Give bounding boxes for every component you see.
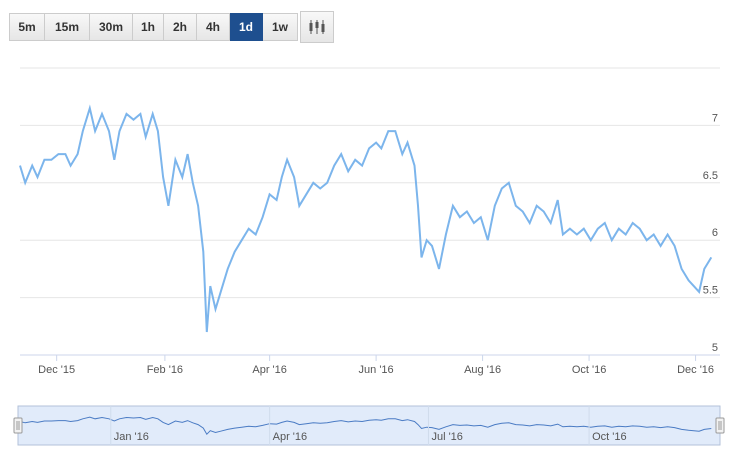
x-tick-label: Apr '16 bbox=[252, 364, 287, 376]
y-tick-label: 5 bbox=[712, 342, 718, 354]
navigator-tick-label: Jan '16 bbox=[114, 431, 149, 443]
interval-button-1w[interactable]: 1w bbox=[263, 13, 298, 41]
navigator[interactable]: Jan '16 Apr '16 Jul '16 Oct '16 bbox=[13, 405, 725, 446]
interval-button-4h[interactable]: 4h bbox=[197, 13, 230, 41]
interval-button-5m[interactable]: 5m bbox=[9, 13, 45, 41]
navigator-selection[interactable] bbox=[17, 405, 721, 446]
y-grid bbox=[20, 67, 720, 356]
interval-toolbar: 5m 15m 30m 1h 2h 4h 1d 1w bbox=[9, 11, 334, 43]
navigator-series bbox=[19, 416, 712, 436]
y-tick-label: 7 bbox=[712, 112, 718, 124]
interval-button-1d[interactable]: 1d bbox=[230, 13, 263, 41]
navigator-tick-label: Jul '16 bbox=[431, 431, 462, 443]
y-tick-label: 6.5 bbox=[703, 170, 718, 182]
navigator-tick-label: Oct '16 bbox=[592, 431, 627, 443]
x-tick-label: Aug '16 bbox=[464, 364, 501, 376]
navigator-handle-right[interactable] bbox=[715, 417, 725, 434]
x-tick-label: Dec '16 bbox=[677, 364, 714, 376]
x-tick-label: Oct '16 bbox=[572, 364, 607, 376]
x-tick-label: Feb '16 bbox=[147, 364, 183, 376]
interval-button-1h[interactable]: 1h bbox=[133, 13, 164, 41]
interval-button-2h[interactable]: 2h bbox=[164, 13, 197, 41]
y-tick-label: 6 bbox=[712, 227, 718, 239]
chart-type-button[interactable] bbox=[300, 11, 334, 43]
x-tick-label: Dec '15 bbox=[38, 364, 75, 376]
navigator-tick-label: Apr '16 bbox=[273, 431, 308, 443]
navigator-handle-left[interactable] bbox=[13, 417, 23, 434]
interval-button-15m[interactable]: 15m bbox=[45, 13, 90, 41]
series-line bbox=[19, 104, 713, 333]
x-axis-labels: Dec '15 Feb '16 Apr '16 Jun '16 Aug '16 Oct '… bbox=[20, 354, 720, 376]
candlestick-icon bbox=[309, 20, 325, 34]
y-axis-labels: 5 5.5 6 6.5 7 bbox=[703, 112, 718, 354]
x-tick-label: Jun '16 bbox=[359, 364, 394, 376]
y-tick-label: 5.5 bbox=[703, 285, 718, 297]
interval-button-30m[interactable]: 30m bbox=[90, 13, 133, 41]
chart-area: 5 5.5 6 6.5 7 Dec '15 Feb '16 Apr '16 Jun '16 Au… bbox=[13, 67, 725, 446]
